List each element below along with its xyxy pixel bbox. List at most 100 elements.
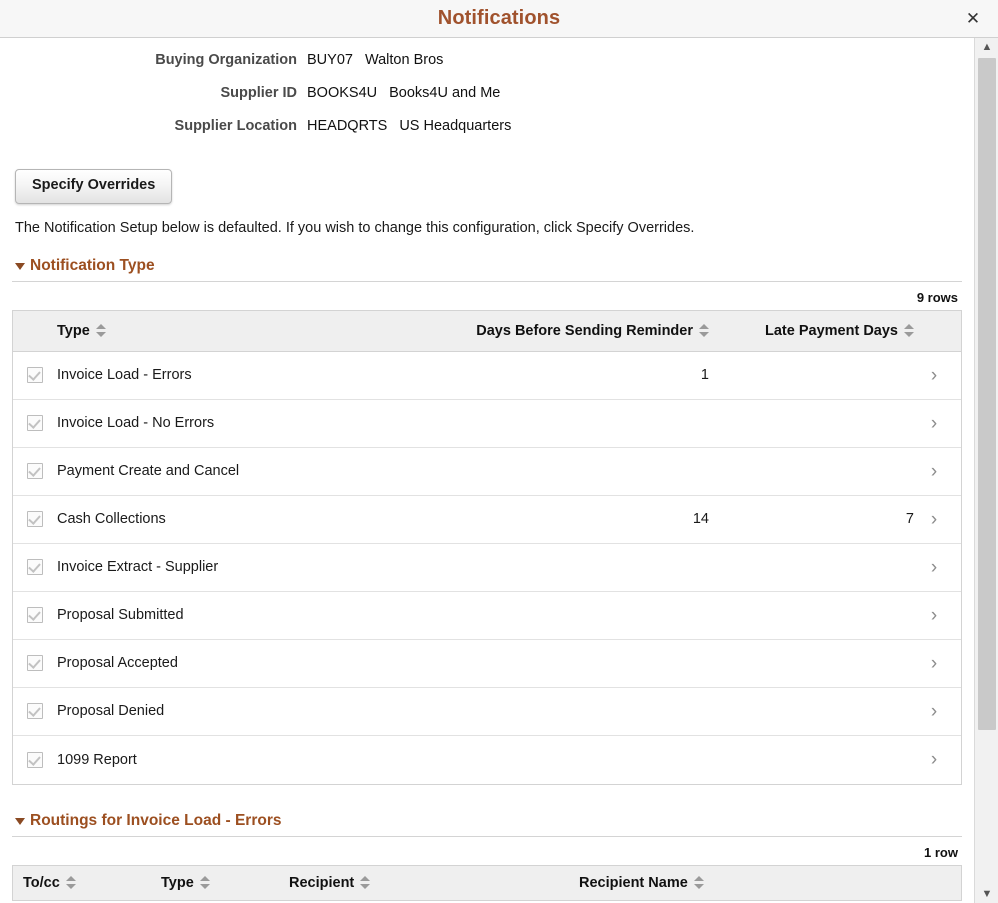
field-label-supplier-id: Supplier ID	[0, 85, 307, 101]
chevron-down-icon	[15, 263, 25, 270]
field-value-supplier-id-name: Books4U and Me	[389, 85, 500, 101]
cell-type: 1099 Report	[57, 752, 455, 768]
checkbox-checked-icon[interactable]	[27, 463, 43, 479]
scroll-up-icon[interactable]: ▲	[975, 38, 998, 56]
checkbox-checked-icon[interactable]	[27, 415, 43, 431]
checkbox-checked-icon[interactable]	[27, 703, 43, 719]
sort-icon[interactable]	[200, 876, 210, 889]
cell-type: Proposal Denied	[57, 703, 455, 719]
scrollbar-thumb[interactable]	[978, 58, 996, 730]
row-checkbox-cell[interactable]	[13, 559, 57, 575]
sort-icon[interactable]	[360, 876, 370, 889]
row-count-routings: 1 row	[0, 845, 974, 860]
row-detail-cell[interactable]: ›	[914, 366, 954, 385]
action-row: Specify Overrides	[0, 169, 974, 204]
row-checkbox-cell[interactable]	[13, 463, 57, 479]
chevron-right-icon[interactable]: ›	[931, 702, 937, 721]
row-detail-cell[interactable]: ›	[914, 558, 954, 577]
notifications-modal: Notifications ✕ Buying Organization BUY0…	[0, 0, 998, 903]
row-detail-cell[interactable]: ›	[914, 654, 954, 673]
sort-icon[interactable]	[904, 324, 914, 337]
checkbox-checked-icon[interactable]	[27, 367, 43, 383]
table-row[interactable]: Proposal Denied ›	[13, 688, 961, 736]
table-row[interactable]: Proposal Submitted ›	[13, 592, 961, 640]
table-row[interactable]: Invoice Extract - Supplier ›	[13, 544, 961, 592]
column-header-recipient-name[interactable]: Recipient Name	[579, 875, 879, 891]
chevron-right-icon[interactable]: ›	[931, 414, 937, 433]
checkbox-checked-icon[interactable]	[27, 752, 43, 768]
row-detail-cell[interactable]: ›	[914, 414, 954, 433]
chevron-right-icon[interactable]: ›	[931, 558, 937, 577]
chevron-right-icon[interactable]: ›	[931, 462, 937, 481]
cell-days-before: 14	[455, 511, 709, 527]
page-title: Notifications	[438, 7, 560, 30]
modal-titlebar: Notifications ✕	[0, 0, 998, 38]
scroll-content: Buying Organization BUY07 Walton Bros Su…	[0, 38, 974, 903]
routings-grid: To/cc Type Recipient Recipient Name	[12, 865, 962, 901]
checkbox-checked-icon[interactable]	[27, 511, 43, 527]
sort-icon[interactable]	[96, 324, 106, 337]
notification-type-grid: Type Days Before Sending Reminder Late P…	[12, 310, 962, 785]
section-divider-routings	[12, 836, 962, 837]
checkbox-checked-icon[interactable]	[27, 607, 43, 623]
row-detail-cell[interactable]: ›	[914, 606, 954, 625]
field-label-supplier-location: Supplier Location	[0, 118, 307, 134]
table-row[interactable]: 1099 Report ›	[13, 736, 961, 784]
field-value-buying-organization-code: BUY07	[307, 52, 353, 68]
table-row[interactable]: Invoice Load - Errors 1 ›	[13, 352, 961, 400]
row-checkbox-cell[interactable]	[13, 703, 57, 719]
chevron-right-icon[interactable]: ›	[931, 654, 937, 673]
sort-icon[interactable]	[66, 876, 76, 889]
row-checkbox-cell[interactable]	[13, 752, 57, 768]
chevron-down-icon	[15, 818, 25, 825]
specify-overrides-button[interactable]: Specify Overrides	[15, 169, 172, 204]
table-row[interactable]: Invoice Load - No Errors ›	[13, 400, 961, 448]
cell-type: Proposal Accepted	[57, 655, 455, 671]
chevron-right-icon[interactable]: ›	[931, 750, 937, 769]
sort-icon[interactable]	[694, 876, 704, 889]
modal-body: Buying Organization BUY07 Walton Bros Su…	[0, 38, 998, 903]
vertical-scrollbar[interactable]: ▲ ▼	[974, 38, 998, 903]
chevron-right-icon[interactable]: ›	[931, 510, 937, 529]
row-checkbox-cell[interactable]	[13, 607, 57, 623]
cell-type: Invoice Load - No Errors	[57, 415, 455, 431]
column-header-type[interactable]: Type	[57, 323, 455, 339]
row-checkbox-cell[interactable]	[13, 415, 57, 431]
row-detail-cell[interactable]: ›	[914, 462, 954, 481]
cell-late-payment: 7	[709, 511, 914, 527]
column-header-routing-type-label: Type	[161, 875, 194, 891]
field-value-supplier-location-code: HEADQRTS	[307, 118, 387, 134]
field-row-supplier-id: Supplier ID BOOKS4U Books4U and Me	[0, 85, 974, 118]
close-icon[interactable]: ✕	[960, 6, 986, 32]
column-header-tocc[interactable]: To/cc	[13, 875, 161, 891]
scroll-down-icon[interactable]: ▼	[975, 885, 998, 903]
table-row[interactable]: Payment Create and Cancel ›	[13, 448, 961, 496]
grid-header-row: Type Days Before Sending Reminder Late P…	[13, 311, 961, 352]
chevron-right-icon[interactable]: ›	[931, 606, 937, 625]
cell-type: Cash Collections	[57, 511, 455, 527]
header-fields: Buying Organization BUY07 Walton Bros Su…	[0, 38, 974, 151]
column-header-days-before-sending-reminder[interactable]: Days Before Sending Reminder	[455, 323, 709, 339]
row-checkbox-cell[interactable]	[13, 511, 57, 527]
column-header-recipient[interactable]: Recipient	[289, 875, 579, 891]
sort-icon[interactable]	[699, 324, 709, 337]
row-detail-cell[interactable]: ›	[914, 510, 954, 529]
table-row[interactable]: Proposal Accepted ›	[13, 640, 961, 688]
section-header-routings[interactable]: Routings for Invoice Load - Errors	[0, 812, 974, 830]
checkbox-checked-icon[interactable]	[27, 559, 43, 575]
column-header-routing-type[interactable]: Type	[161, 875, 289, 891]
field-value-buying-organization-name: Walton Bros	[365, 52, 443, 68]
row-checkbox-cell[interactable]	[13, 367, 57, 383]
cell-type: Payment Create and Cancel	[57, 463, 455, 479]
row-checkbox-cell[interactable]	[13, 655, 57, 671]
section-title-routings: Routings for Invoice Load - Errors	[30, 812, 281, 830]
chevron-right-icon[interactable]: ›	[931, 366, 937, 385]
row-detail-cell[interactable]: ›	[914, 702, 954, 721]
cell-type: Proposal Submitted	[57, 607, 455, 623]
column-header-late-payment-days[interactable]: Late Payment Days	[709, 323, 914, 339]
table-row[interactable]: Cash Collections 14 7 ›	[13, 496, 961, 544]
row-detail-cell[interactable]: ›	[914, 750, 954, 769]
field-value-supplier-id-code: BOOKS4U	[307, 85, 377, 101]
section-header-notification-type[interactable]: Notification Type	[0, 257, 974, 275]
checkbox-checked-icon[interactable]	[27, 655, 43, 671]
